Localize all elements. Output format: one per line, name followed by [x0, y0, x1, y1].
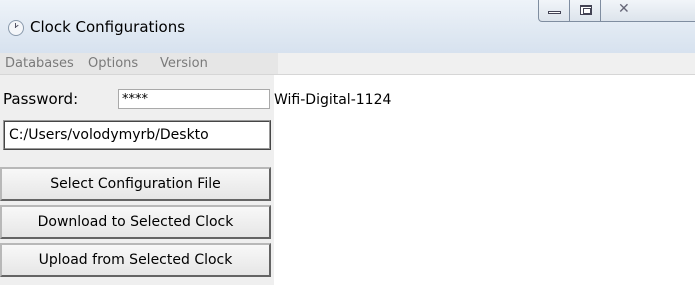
close-icon: ✕: [618, 1, 630, 17]
password-input[interactable]: [118, 89, 270, 109]
control-panel: Password: C:/Users/volodymyrb/Deskto Sel…: [0, 75, 274, 285]
maximize-button[interactable]: [569, 0, 601, 22]
maximize-icon: [580, 5, 592, 15]
upload-from-clock-button[interactable]: Upload from Selected Clock: [0, 243, 271, 277]
password-label: Password:: [3, 90, 79, 108]
menu-bar-items: Databases Options Version: [0, 53, 278, 74]
selected-clock-name: Wifi-Digital-1124: [274, 92, 392, 108]
app-window: Clock Configurations ✕ Databases Options…: [0, 0, 695, 285]
download-to-clock-button[interactable]: Download to Selected Clock: [0, 205, 271, 239]
menu-databases[interactable]: Databases: [5, 56, 74, 71]
main-content: Password: C:/Users/volodymyrb/Deskto Sel…: [0, 75, 695, 285]
menu-version[interactable]: Version: [160, 56, 208, 71]
title-bar[interactable]: Clock Configurations ✕: [0, 0, 695, 53]
config-path-field[interactable]: C:/Users/volodymyrb/Deskto: [3, 120, 271, 150]
menu-bar: Databases Options Version: [0, 53, 695, 75]
minimize-icon: [548, 11, 561, 14]
menu-options[interactable]: Options: [88, 56, 138, 71]
window-title: Clock Configurations: [30, 18, 186, 36]
clock-icon: [8, 20, 24, 36]
close-button[interactable]: ✕: [600, 0, 695, 22]
minimize-button[interactable]: [538, 0, 570, 22]
select-configuration-file-button[interactable]: Select Configuration File: [0, 167, 271, 201]
